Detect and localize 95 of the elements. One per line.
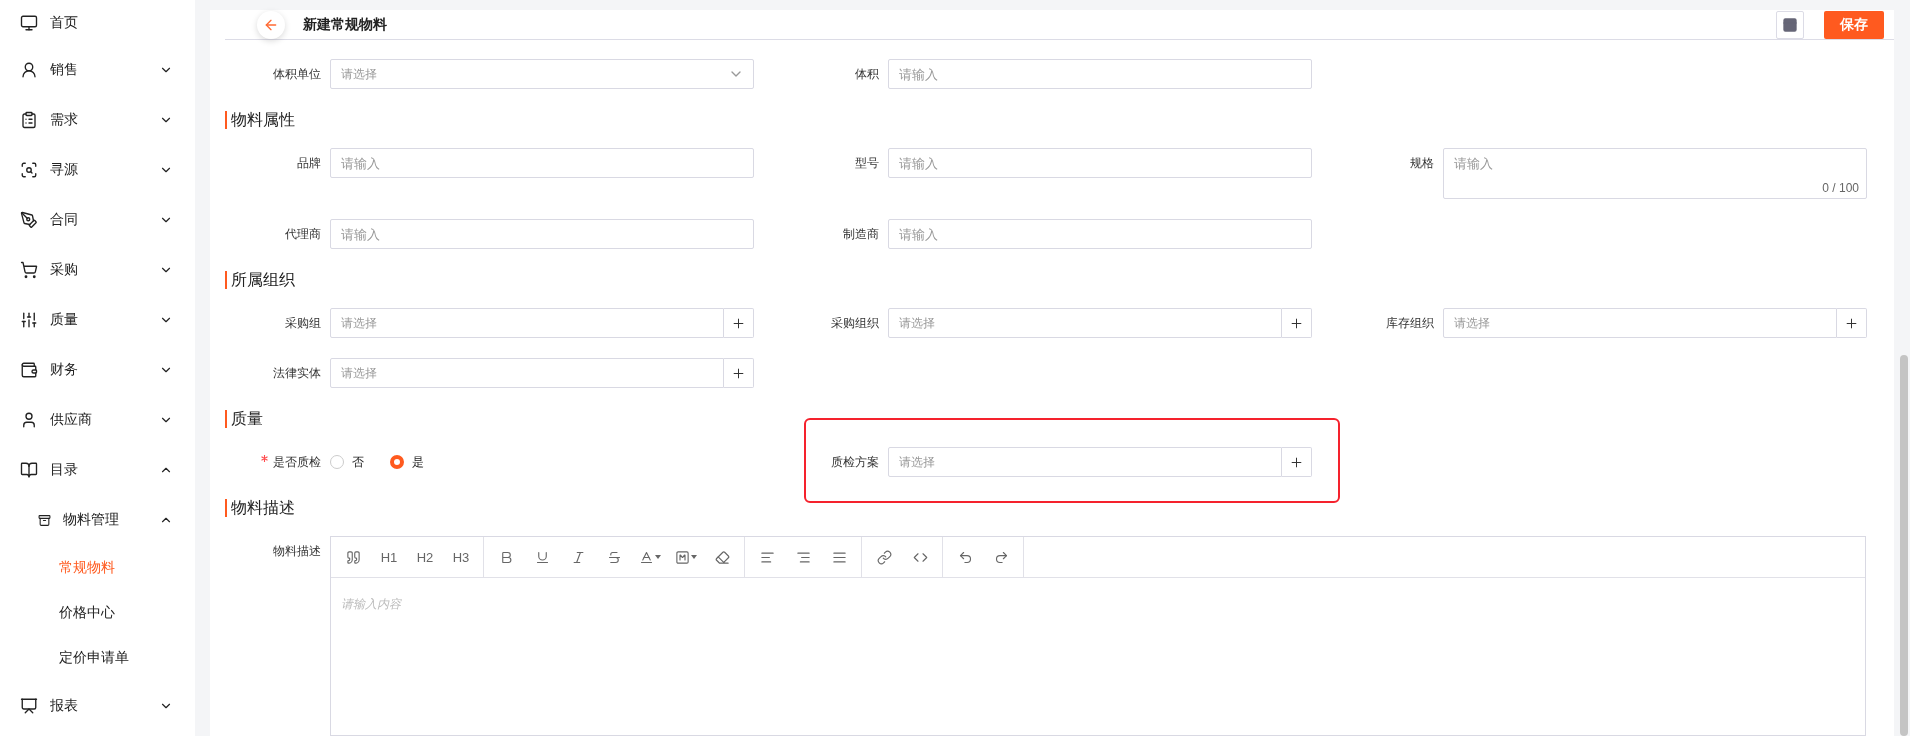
- sidebar-item[interactable]: 首页: [0, 0, 195, 45]
- field-label: 库存组织: [1385, 315, 1435, 332]
- plus-icon: [1844, 315, 1859, 331]
- heading-button[interactable]: H1: [373, 543, 405, 571]
- sidebar-item[interactable]: 质量: [0, 295, 195, 345]
- sidebar-item[interactable]: 销售: [0, 45, 195, 95]
- field-label: 代理商: [284, 226, 322, 243]
- field-label: 品牌: [296, 155, 322, 172]
- layout-button[interactable]: [1776, 10, 1804, 39]
- add-button[interactable]: [724, 308, 754, 338]
- sidebar-item[interactable]: 合同: [0, 195, 195, 245]
- section-title: 质量: [225, 410, 1894, 428]
- field-label: 法律实体: [272, 365, 322, 382]
- radio-button[interactable]: [390, 455, 404, 469]
- quote-icon: [345, 549, 361, 565]
- field-label: 体积: [854, 66, 880, 83]
- sidebar-item[interactable]: 需求: [0, 95, 195, 145]
- sidebar-item[interactable]: 寻源: [0, 145, 195, 195]
- add-button[interactable]: [1282, 447, 1312, 477]
- user-icon: [20, 411, 38, 429]
- select-field[interactable]: 请选择: [888, 447, 1282, 477]
- undo-icon: [957, 549, 973, 565]
- radio-option[interactable]: 是: [390, 453, 424, 471]
- input-field[interactable]: 请输入: [888, 219, 1312, 249]
- heading-button[interactable]: H2: [409, 543, 441, 571]
- input-field[interactable]: 请输入: [888, 148, 1312, 178]
- sidebar-item[interactable]: 物料管理: [0, 495, 195, 545]
- field-label: 采购组织: [830, 315, 880, 332]
- search-icon: [20, 161, 38, 179]
- align-right-icon: [795, 549, 811, 565]
- plus-icon: [731, 365, 746, 381]
- strikethrough-icon: [606, 549, 622, 565]
- select-field[interactable]: 请选择: [330, 59, 754, 89]
- radio-option[interactable]: 否: [330, 453, 364, 471]
- field-label: 制造商: [842, 226, 880, 243]
- rich-text-editor[interactable]: H1 H2 H3 请输入内容: [330, 536, 1866, 736]
- sidebar-item[interactable]: 报表: [0, 681, 195, 731]
- archive-icon: [38, 513, 51, 527]
- scrollbar-thumb[interactable]: [1900, 355, 1908, 736]
- section-title: 物料描述: [225, 499, 1894, 517]
- add-button[interactable]: [724, 358, 754, 388]
- sidebar-item[interactable]: 目录: [0, 445, 195, 495]
- align-left-icon: [759, 549, 775, 565]
- caret-icon: [689, 554, 698, 560]
- field-label: 是否质检: [220, 447, 330, 477]
- highlight-icon: [674, 549, 690, 565]
- select-field[interactable]: 请选择: [888, 308, 1282, 338]
- italic-icon: [570, 549, 586, 565]
- user-icon: [20, 61, 38, 79]
- book-icon: [20, 461, 38, 479]
- font-color-icon: [638, 549, 654, 565]
- sliders-icon: [20, 311, 38, 329]
- section-title: 所属组织: [225, 271, 1894, 289]
- field-label: 采购组: [284, 315, 322, 332]
- redo-icon: [993, 549, 1009, 565]
- cart-icon: [20, 261, 38, 279]
- wallet-icon: [20, 361, 38, 379]
- sidebar-item[interactable]: 定价申请单: [0, 635, 195, 681]
- back-button[interactable]: [257, 10, 285, 39]
- eraser-icon: [714, 549, 730, 565]
- select-field[interactable]: 请选择: [1443, 308, 1837, 338]
- field-label: 物料描述: [272, 543, 322, 560]
- plus-icon: [1289, 315, 1304, 331]
- radio-label: 否: [352, 453, 364, 471]
- sidebar-item[interactable]: 供应商: [0, 395, 195, 445]
- section-title: 物料属性: [225, 111, 1894, 129]
- input-field[interactable]: 请输入: [330, 219, 754, 249]
- select-field[interactable]: 请选择: [330, 308, 724, 338]
- sidebar-item[interactable]: 采购: [0, 245, 195, 295]
- monitor-icon: [20, 13, 38, 32]
- presentation-icon: [20, 697, 38, 715]
- input-field[interactable]: 请输入: [330, 148, 754, 178]
- plus-icon: [1289, 454, 1304, 470]
- field-label: 质检方案: [830, 454, 880, 471]
- input-field[interactable]: 请输入: [888, 59, 1312, 89]
- field-label: 规格: [1409, 155, 1435, 172]
- align-justify-icon: [831, 549, 847, 565]
- radio-label: 是: [412, 453, 424, 471]
- page-title: 新建常规物料: [303, 15, 388, 34]
- pen-icon: [20, 211, 38, 229]
- sidebar-item[interactable]: 财务: [0, 345, 195, 395]
- link-icon: [876, 549, 892, 565]
- plus-icon: [731, 315, 746, 331]
- heading-button[interactable]: H3: [445, 543, 477, 571]
- field-label: 型号: [854, 155, 880, 172]
- radio-button[interactable]: [330, 455, 344, 469]
- underline-icon: [534, 549, 550, 565]
- char-counter: 0 / 100: [1822, 181, 1859, 195]
- field-label: 体积单位: [272, 66, 322, 83]
- add-button[interactable]: [1282, 308, 1312, 338]
- clipboard-icon: [20, 111, 38, 129]
- add-button[interactable]: [1837, 308, 1867, 338]
- caret-icon: [653, 554, 662, 560]
- sidebar-item[interactable]: 价格中心: [0, 591, 195, 635]
- select-field[interactable]: 请选择: [330, 358, 724, 388]
